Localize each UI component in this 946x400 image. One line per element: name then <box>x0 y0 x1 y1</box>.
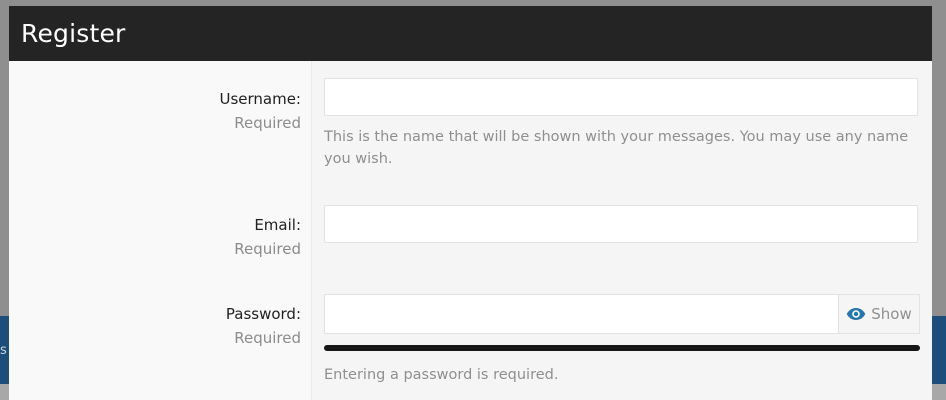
username-hint: This is the name that will be shown with… <box>324 129 909 167</box>
password-strength-meter <box>324 345 920 351</box>
show-password-label: Show <box>871 305 912 323</box>
username-input[interactable] <box>324 78 918 116</box>
password-label-group: Password: Required <box>226 303 301 349</box>
password-hint: Entering a password is required. <box>324 367 559 383</box>
email-input[interactable] <box>324 205 918 243</box>
eye-icon <box>846 307 866 321</box>
password-input-group: Show <box>324 294 920 334</box>
username-label: Username: <box>219 90 301 108</box>
show-password-button[interactable]: Show <box>838 294 920 334</box>
password-required-note: Required <box>234 329 301 347</box>
modal-header: Register <box>9 6 932 61</box>
username-label-group: Username: Required <box>219 88 301 134</box>
background-page-text: s <box>0 343 7 358</box>
password-input[interactable] <box>324 294 838 334</box>
email-required-note: Required <box>234 240 301 258</box>
register-modal: Register Username: Required This is the … <box>9 6 932 400</box>
email-label: Email: <box>254 216 301 234</box>
register-form: Username: Required This is the name that… <box>9 61 932 400</box>
email-label-group: Email: Required <box>234 214 301 260</box>
password-label: Password: <box>225 305 301 323</box>
modal-title: Register <box>21 19 126 48</box>
username-required-note: Required <box>234 114 301 132</box>
